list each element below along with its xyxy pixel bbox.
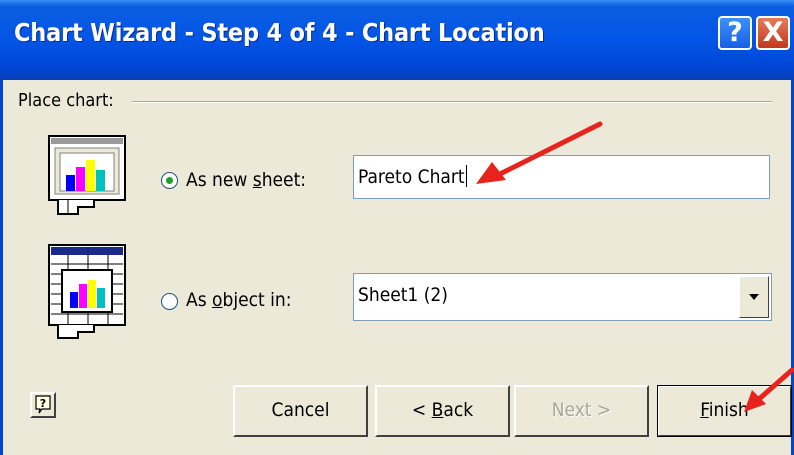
dropdown-arrow-button[interactable] <box>739 276 769 318</box>
back-button[interactable]: < Back <box>375 385 510 437</box>
new-sheet-name-value: Pareto Chart <box>358 166 465 188</box>
group-divider <box>132 101 772 103</box>
as-new-sheet-label[interactable]: As new sheet: <box>186 169 306 191</box>
chart-sheet-icon <box>48 135 126 215</box>
place-chart-label: Place chart: <box>18 90 114 111</box>
window-title: Chart Wizard - Step 4 of 4 - Chart Locat… <box>14 18 545 47</box>
title-help-button[interactable]: ? <box>718 16 752 50</box>
next-button[interactable]: Next > <box>514 385 649 437</box>
cancel-button[interactable]: Cancel <box>233 385 368 437</box>
as-object-in-label[interactable]: As object in: <box>186 289 292 311</box>
embedded-chart-icon <box>48 244 126 339</box>
object-in-selected-value: Sheet1 (2) <box>358 284 448 306</box>
office-assistant-help-button[interactable]: ? <box>30 392 56 418</box>
annotation-arrow-to-input <box>476 121 603 184</box>
object-in-dropdown[interactable]: Sheet1 (2) <box>353 273 772 321</box>
title-bar[interactable]: Chart Wizard - Step 4 of 4 - Chart Locat… <box>0 0 794 80</box>
close-icon: X <box>762 17 784 48</box>
svg-text:?: ? <box>40 397 46 410</box>
help-balloon-icon: ? <box>35 395 51 414</box>
close-button[interactable]: X <box>756 16 790 50</box>
help-icon: ? <box>727 17 743 48</box>
chevron-down-icon <box>749 294 759 300</box>
text-caret <box>465 165 467 187</box>
as-object-in-radio[interactable] <box>161 293 178 310</box>
annotation-arrow-to-finish <box>744 368 794 412</box>
as-new-sheet-radio[interactable] <box>161 172 178 189</box>
